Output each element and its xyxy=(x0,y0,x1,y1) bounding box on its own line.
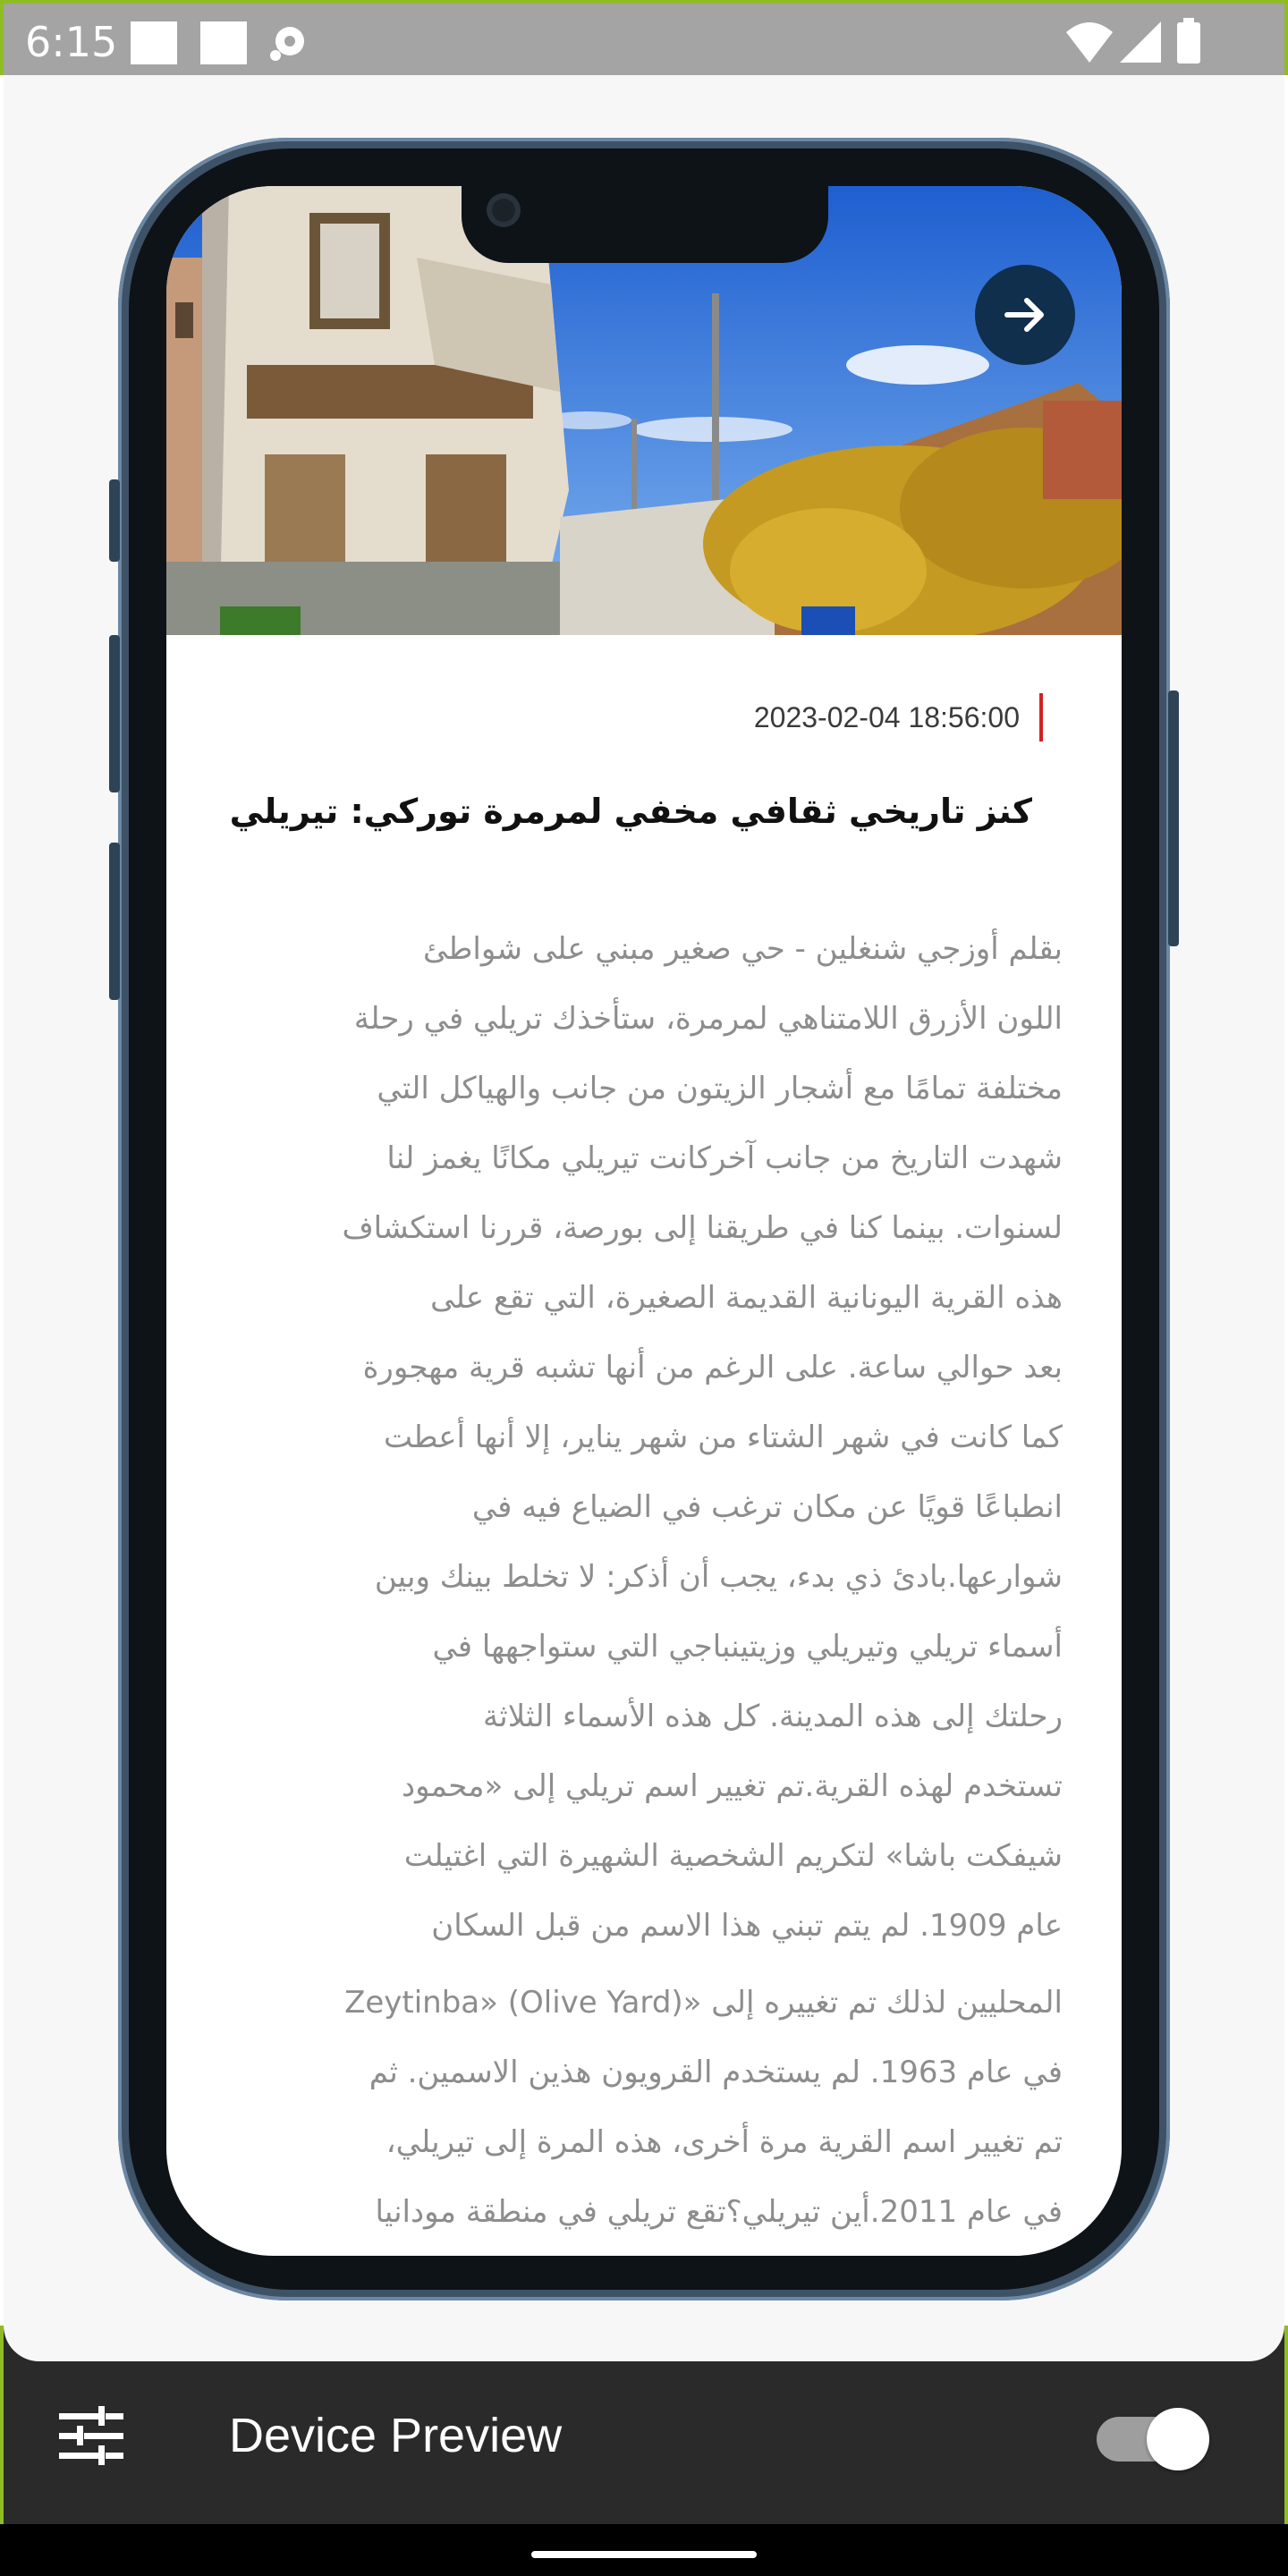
article-body-line: هذه القرية اليونانية القديمة الصغيرة، ال… xyxy=(430,1280,1063,1316)
status-bar: 6:15 xyxy=(0,0,1288,75)
power-button xyxy=(1168,691,1179,946)
status-time: 6:15 xyxy=(25,18,118,66)
article-body-line: انطباعًا قويًا عن مكان ترغب في الضياع في… xyxy=(471,1489,1063,1525)
navigation-bar xyxy=(0,2524,1288,2576)
front-camera xyxy=(487,193,521,227)
home-gesture-handle[interactable] xyxy=(531,2551,757,2558)
notification-icon xyxy=(131,21,177,64)
toggle-thumb[interactable] xyxy=(1147,2408,1209,2470)
article-body: بقلم أوزجي شنغلين - حي صغير مبني على شوا… xyxy=(220,914,1063,2247)
accent-line xyxy=(1039,693,1043,741)
notification-icon xyxy=(270,27,304,61)
device-screen: 2023-02-04 18:56:00 كنز تاريخي ثقافي مخف… xyxy=(166,186,1122,2256)
article-body-line: رحلتك إلى هذه المدينة. كل هذه الأسماء ال… xyxy=(483,1699,1063,1734)
volume-up-button xyxy=(109,635,120,792)
battery-icon xyxy=(1177,18,1200,64)
article-body-line: لسنوات. بينما كنا في طريقنا إلى بورصة، ق… xyxy=(342,1210,1063,1246)
article-body-line: تم تغيير اسم القرية مرة أخرى، هذه المرة … xyxy=(386,2124,1063,2160)
article-body-line: المحليين لذلك تم تغييره إلى «Zeytinba» (… xyxy=(344,1985,1063,2021)
settings-sliders-icon[interactable] xyxy=(59,2406,123,2465)
arrow-right-icon xyxy=(1004,298,1044,332)
article-body-line: بقلم أوزجي شنغلين - حي صغير مبني على شوا… xyxy=(423,931,1063,967)
article-body-line: أسماء تريلي وتيريلي وزيتينباجي التي ستوا… xyxy=(432,1629,1063,1665)
article-body-line: شهدت التاريخ من جانب آخركانت تيريلي مكان… xyxy=(386,1140,1063,1176)
article-body-line: شوارعها.بادئ ذي بدء، يجب أن أذكر: لا تخل… xyxy=(374,1559,1063,1595)
article-body-line: اللون الأزرق اللامتناهي لمرمرة، ستأخذك ت… xyxy=(353,1001,1063,1037)
next-article-button[interactable] xyxy=(975,265,1075,365)
article-body-line: في عام 2011.أين تيريلي؟تقع تريلي في منطق… xyxy=(375,2194,1063,2230)
volume-down-button xyxy=(109,843,120,1000)
article-body-line: كما كانت في شهر الشتاء من شهر يناير، إلا… xyxy=(383,1419,1063,1455)
article-body-line: مختلفة تمامًا مع أشجار الزيتون من جانب و… xyxy=(377,1071,1063,1106)
article-title: كنز تاريخي ثقافي مخفي لمرمرة توركي: تيري… xyxy=(229,792,1032,831)
article-datetime: 2023-02-04 18:56:00 xyxy=(753,700,1020,733)
article-body-line: عام 1909. لم يتم تبني هذا الاسم من قبل ا… xyxy=(431,1908,1063,1944)
device-notch xyxy=(462,186,828,263)
cell-signal-icon xyxy=(1120,21,1161,63)
silent-switch xyxy=(109,479,120,562)
wifi-icon xyxy=(1066,22,1113,63)
article-body-line: بعد حوالي ساعة. على الرغم من أنها تشبه ق… xyxy=(362,1350,1063,1385)
device-preview-title: Device Preview xyxy=(229,2409,563,2462)
screen-root: 6:15 2023-02-04 18:56:00 كنز تاريخي ثقاف… xyxy=(0,0,1288,2576)
article-body-line: شيفكت باشا» لتكريم الشخصية الشهيرة التي … xyxy=(403,1838,1063,1874)
article-body-line: تستخدم لهذه القرية.تم تغيير اسم تريلي إل… xyxy=(401,1768,1063,1804)
article-body-line: في عام 1963. لم يستخدم القرويون هذين الا… xyxy=(369,2055,1063,2090)
article-meta: 2023-02-04 18:56:00 xyxy=(754,692,1043,742)
notification-icon xyxy=(200,21,247,64)
